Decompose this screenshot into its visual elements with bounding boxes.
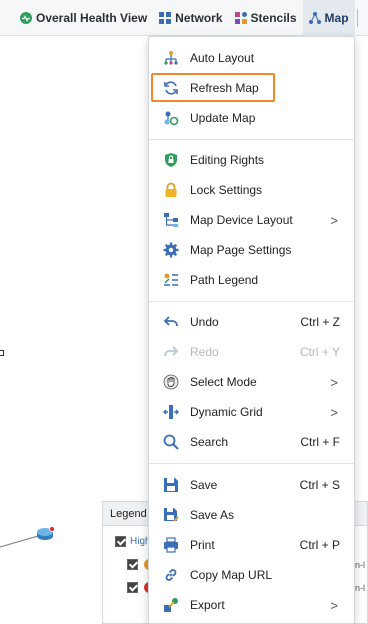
undo-icon <box>162 313 180 331</box>
menu-item-shortcut: Ctrl + S <box>299 478 340 492</box>
menu-item-refresh-map[interactable]: Refresh Map <box>149 73 354 103</box>
submenu-arrow-icon: > <box>330 212 338 228</box>
tab-overall-health-view[interactable]: Overall Health View <box>0 0 153 36</box>
menu-item-label: Path Legend <box>190 273 259 287</box>
shield-icon <box>162 151 180 169</box>
hand-icon <box>162 373 180 391</box>
menu-item-label: Redo <box>190 345 219 359</box>
tab-map[interactable]: Map <box>302 0 355 36</box>
menu-item-export[interactable]: Export > <box>149 590 354 620</box>
update-map-icon <box>162 109 180 127</box>
map-dropdown-menu: Auto Layout Refresh Map Update Map Editi… <box>148 36 355 624</box>
gear-icon <box>162 241 180 259</box>
grid-icon <box>162 403 180 421</box>
top-toolbar: Overall Health View Network Stencils Map <box>0 0 368 36</box>
tab-label: Overall Health View <box>36 10 148 25</box>
menu-item-shortcut: Ctrl + Y <box>299 345 340 359</box>
menu-item-shortcut: Ctrl + F <box>300 435 340 449</box>
menu-item-path-legend[interactable]: Path Legend <box>149 265 354 295</box>
menu-item-label: Update Map <box>190 111 256 125</box>
legend-checkbox[interactable] <box>127 582 138 593</box>
menu-item-auto-layout[interactable]: Auto Layout <box>149 43 354 73</box>
menu-item-label: Map Page Settings <box>190 243 292 257</box>
menu-item-label: Map Device Layout <box>190 213 293 227</box>
legend-checkbox[interactable] <box>127 559 138 570</box>
legend-side-label: n-l <box>354 560 365 570</box>
tab-label: Map <box>324 10 349 25</box>
network-icon <box>159 11 172 24</box>
tab-stencils[interactable]: Stencils <box>229 0 303 36</box>
menu-item-print[interactable]: Print Ctrl + P <box>149 530 354 560</box>
submenu-arrow-icon: > <box>330 374 338 390</box>
menu-item-label: Lock Settings <box>190 183 263 197</box>
menu-item-save-as[interactable]: Save As <box>149 500 354 530</box>
menu-item-lock-settings[interactable]: Lock Settings <box>149 175 354 205</box>
menu-item-redo: Redo Ctrl + Y <box>149 337 354 367</box>
search-icon <box>162 433 180 451</box>
menu-item-map-device-layout[interactable]: Map Device Layout > <box>149 205 354 235</box>
health-icon <box>20 11 32 24</box>
menu-item-label: Select Mode <box>190 375 257 389</box>
export-icon <box>162 596 180 614</box>
legend-checkbox[interactable] <box>115 536 126 547</box>
submenu-arrow-icon: > <box>330 404 338 420</box>
auto-layout-icon <box>162 49 180 67</box>
menu-item-shortcut: Ctrl + Z <box>300 315 340 329</box>
menu-item-label: Print <box>190 538 215 552</box>
menu-item-dynamic-grid[interactable]: Dynamic Grid > <box>149 397 354 427</box>
save-icon <box>162 476 180 494</box>
stencils-icon <box>234 11 247 24</box>
menu-item-label: Refresh Map <box>190 81 259 95</box>
toolbar-divider <box>356 8 358 27</box>
submenu-arrow-icon: > <box>330 597 338 613</box>
legend-side-label: n-l <box>354 583 365 593</box>
menu-item-editing-rights[interactable]: Editing Rights <box>149 145 354 175</box>
device-layout-icon <box>162 211 180 229</box>
menu-item-save[interactable]: Save Ctrl + S <box>149 470 354 500</box>
tab-label: Network <box>175 10 223 25</box>
menu-divider <box>149 463 354 464</box>
print-icon <box>162 536 180 554</box>
save-as-icon <box>162 506 180 524</box>
menu-item-undo[interactable]: Undo Ctrl + Z <box>149 307 354 337</box>
tab-label: Stencils <box>250 10 297 25</box>
menu-item-search[interactable]: Search Ctrl + F <box>149 427 354 457</box>
lock-icon <box>162 181 180 199</box>
path-legend-icon <box>162 271 180 289</box>
redo-icon <box>162 343 180 361</box>
menu-item-copy-map-url[interactable]: Copy Map URL <box>149 560 354 590</box>
link-icon <box>162 566 180 584</box>
menu-item-map-page-settings[interactable]: Map Page Settings <box>149 235 354 265</box>
tab-network[interactable]: Network <box>153 0 228 36</box>
menu-item-label: Copy Map URL <box>190 568 273 582</box>
menu-item-label: Dynamic Grid <box>190 405 263 419</box>
menu-divider <box>149 139 354 140</box>
menu-item-update-map[interactable]: Update Map <box>149 103 354 133</box>
menu-item-label: Export <box>190 598 225 612</box>
menu-item-label: Auto Layout <box>190 51 255 65</box>
menu-item-label: Editing Rights <box>190 153 265 167</box>
legend-row-high[interactable]: High <box>115 536 151 547</box>
menu-item-label: Undo <box>190 315 219 329</box>
refresh-icon <box>162 79 180 97</box>
menu-item-label: Save As <box>190 508 235 522</box>
menu-item-label: Save <box>190 478 218 492</box>
menu-divider <box>149 301 354 302</box>
router-icon[interactable] <box>36 526 56 542</box>
map-icon <box>308 11 321 24</box>
menu-item-select-mode[interactable]: Select Mode > <box>149 367 354 397</box>
menu-item-shortcut: Ctrl + P <box>299 538 340 552</box>
menu-item-label: Search <box>190 435 229 449</box>
